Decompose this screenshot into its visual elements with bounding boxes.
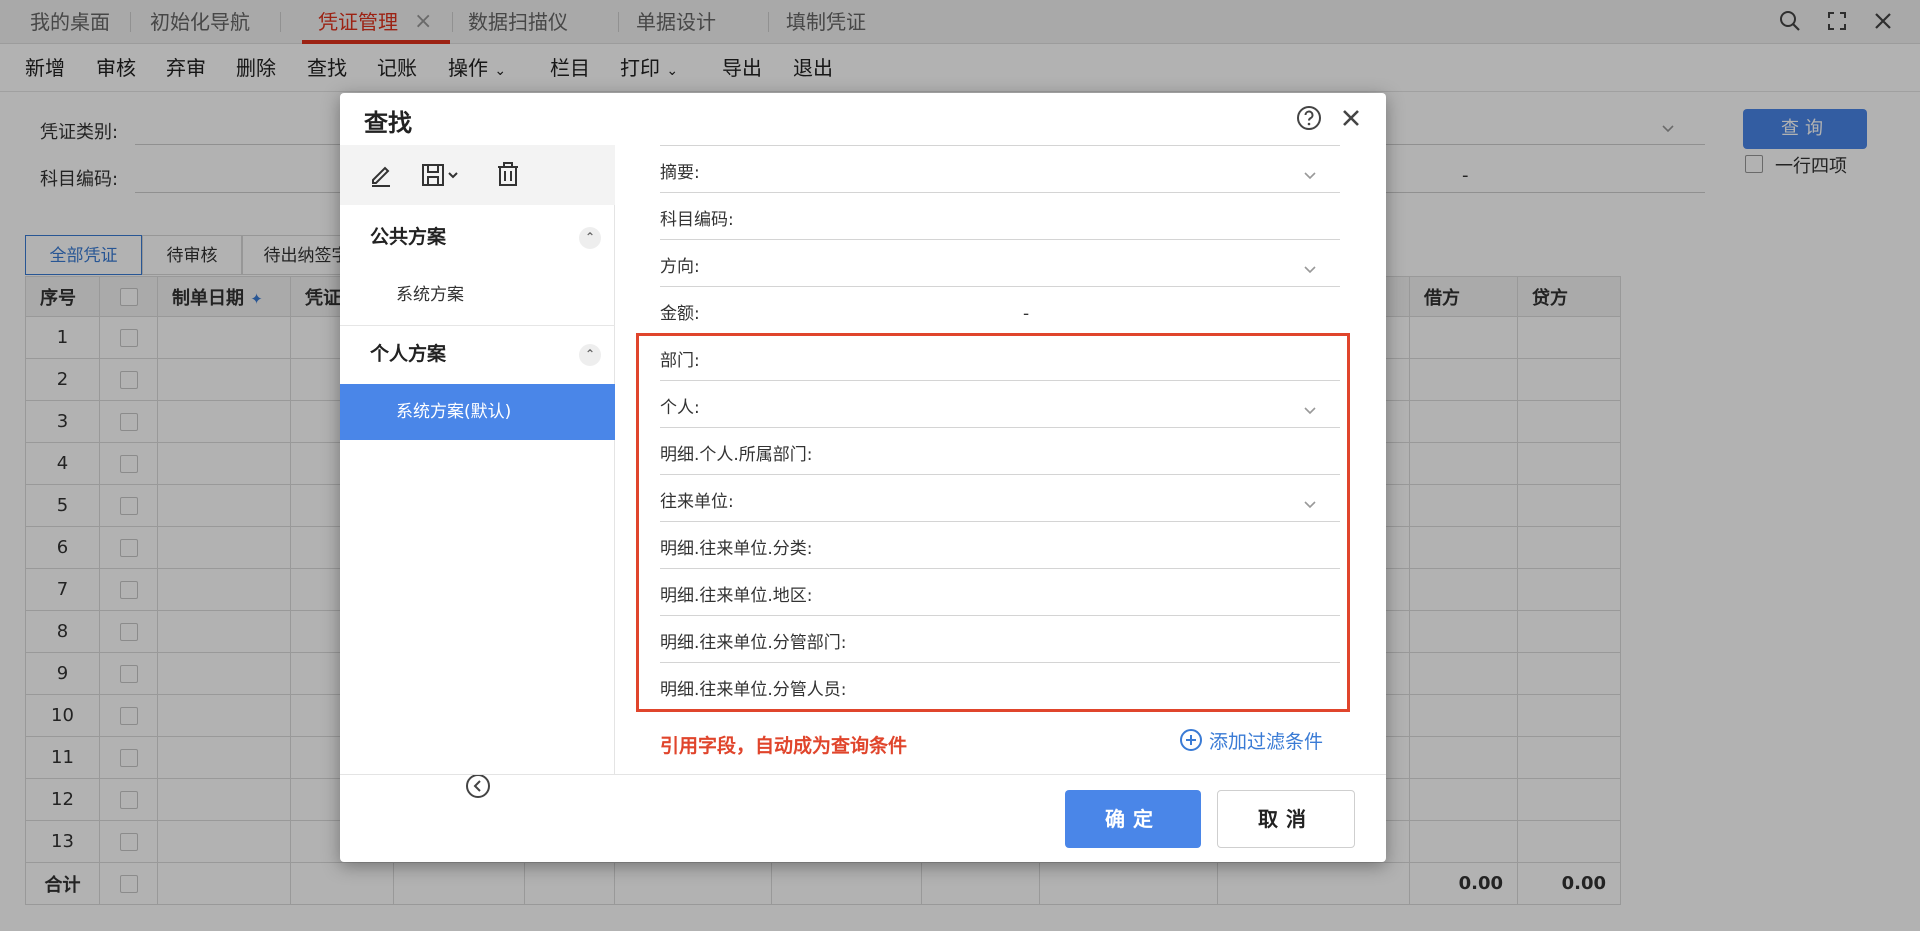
- field-label: 部门:: [660, 351, 700, 371]
- scheme-panel: 公共方案 ⌃ 系统方案 个人方案 ⌃ 系统方案(默认): [340, 145, 615, 798]
- chevron-down-icon[interactable]: [1302, 496, 1318, 512]
- chevron-down-icon[interactable]: [1302, 261, 1318, 277]
- field-label: 个人:: [660, 398, 700, 418]
- field-label: 摘要:: [660, 163, 700, 183]
- help-icon[interactable]: [1294, 103, 1324, 133]
- filter-field[interactable]: 金额: -: [660, 287, 1340, 334]
- field-label: 方向:: [660, 257, 700, 277]
- dialog-footer: 确定 取消: [340, 774, 1386, 862]
- filter-field[interactable]: 科目编码:: [660, 193, 1340, 240]
- add-circle-icon: [1180, 729, 1202, 751]
- public-scheme-group[interactable]: 公共方案 ⌃: [340, 209, 615, 265]
- add-filter-link[interactable]: 添加过滤条件: [1179, 727, 1323, 754]
- filter-field[interactable]: 明细.往来单位.分类:: [660, 522, 1340, 569]
- filter-field[interactable]: 部门:: [660, 334, 1340, 381]
- edit-icon[interactable]: [368, 160, 394, 190]
- personal-scheme-label: 个人方案: [370, 343, 447, 365]
- filter-field[interactable]: 方向:: [660, 240, 1340, 287]
- chevron-up-icon[interactable]: ⌃: [579, 344, 601, 366]
- field-label: 金额:: [660, 304, 700, 324]
- range-dash: -: [1023, 304, 1030, 324]
- add-filter-label: 添加过滤条件: [1209, 731, 1324, 753]
- scheme-toolbar: [340, 145, 615, 205]
- field-divider: [660, 145, 1340, 146]
- trash-icon[interactable]: [495, 160, 521, 190]
- field-label: 明细.个人.所属部门:: [660, 445, 813, 465]
- filter-field[interactable]: 个人:: [660, 381, 1340, 428]
- scheme-item-system[interactable]: 系统方案: [340, 267, 615, 323]
- chevron-up-icon[interactable]: ⌃: [579, 227, 601, 249]
- chevron-down-icon[interactable]: [1302, 167, 1318, 183]
- field-label: 往来单位:: [660, 492, 734, 512]
- chevron-down-icon[interactable]: [1302, 402, 1318, 418]
- field-label: 明细.往来单位.地区:: [660, 586, 813, 606]
- personal-scheme-group[interactable]: 个人方案 ⌃: [340, 326, 615, 382]
- public-scheme-label: 公共方案: [370, 226, 447, 248]
- cancel-button[interactable]: 取消: [1217, 790, 1355, 848]
- save-icon[interactable]: [420, 160, 464, 190]
- field-label: 明细.往来单位.分管人员:: [660, 680, 847, 700]
- field-label: 明细.往来单位.分类:: [660, 539, 813, 559]
- filter-field[interactable]: 明细.往来单位.分管人员:: [660, 663, 1340, 710]
- filter-field[interactable]: 明细.往来单位.分管部门:: [660, 616, 1340, 663]
- scheme-item-system-default[interactable]: 系统方案(默认): [340, 384, 615, 440]
- filter-field[interactable]: 往来单位:: [660, 475, 1340, 522]
- filter-field[interactable]: 明细.个人.所属部门:: [660, 428, 1340, 475]
- annotation-note: 引用字段，自动成为查询条件: [660, 735, 908, 757]
- dialog-title: 查找: [364, 109, 412, 137]
- filter-field[interactable]: 明细.往来单位.地区:: [660, 569, 1340, 616]
- filter-field[interactable]: 摘要:: [660, 146, 1340, 193]
- field-label: 明细.往来单位.分管部门:: [660, 633, 847, 653]
- close-icon[interactable]: [1336, 103, 1366, 133]
- field-label: 科目编码:: [660, 210, 734, 230]
- field-underline: [660, 709, 1340, 710]
- confirm-button[interactable]: 确定: [1065, 790, 1201, 848]
